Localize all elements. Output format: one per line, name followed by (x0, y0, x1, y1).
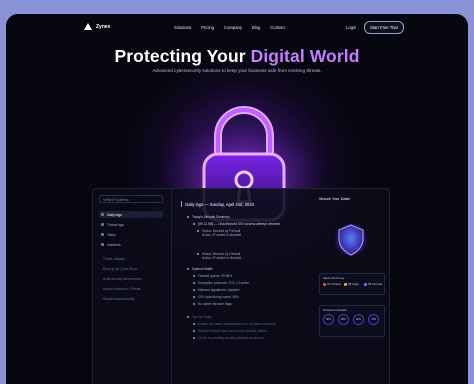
alert-icon (101, 223, 104, 226)
log-line: Enable two-factor authentication for all… (193, 322, 275, 326)
log-line: No active intrusion flags (193, 302, 232, 306)
log-line: Check for pending security patches on se… (193, 336, 264, 340)
alert-stat-high: 28 High (344, 282, 358, 286)
daily-logs-content: Daily logs — Sunday, April 2nd, 2023 Tod… (175, 189, 307, 384)
sidebar-item-label: Daily logs (107, 212, 122, 217)
sidebar-link[interactable]: Audit security infrastructure (103, 277, 142, 281)
top-nav: Zynex Solutions Pricing Company Blog Con… (6, 14, 468, 42)
log-line: Action: IP added to blacklist (202, 256, 242, 260)
start-free-trial-button[interactable]: Start Free Trial (364, 21, 404, 34)
alerts-summary-label: Alerts Summary (323, 276, 345, 280)
sidebar-link[interactable]: Block ip via Cyber Block (103, 267, 137, 271)
logs-header-title: Daily logs — Sunday, April 2nd, 2023 (185, 201, 255, 207)
nav-item-contact[interactable]: Contact (270, 25, 284, 30)
sidebar-item-label: Tasks (107, 232, 116, 237)
protection-details-label: Protection Details (323, 308, 347, 312)
critical-dot-icon (323, 282, 326, 286)
hero-title-prefix: Protecting Your (114, 46, 251, 66)
ip-search-input[interactable]: Verify IP Address (99, 195, 163, 203)
protection-ring: 74% (368, 314, 379, 325)
protection-rings: 96% 88% 90% 74% (323, 314, 379, 325)
nav-menu: Solutions Pricing Company Blog Contact (174, 25, 285, 30)
sidebar-item-threat-logs[interactable]: Threat logs (99, 221, 163, 228)
log-line: System Health (187, 267, 213, 271)
protection-ring: 88% (338, 314, 349, 325)
nav-item-pricing[interactable]: Pricing (201, 25, 214, 30)
right-panel: Secure Your Data! Alerts Summary 32 Crit… (313, 189, 385, 384)
incident-icon (101, 243, 104, 246)
protection-ring: 90% (353, 314, 364, 325)
alert-stat-critical: 32 Critical (323, 282, 340, 286)
sidebar-link[interactable]: Threat analysis (103, 257, 125, 261)
log-line: Action: IP added to blacklist (202, 233, 242, 237)
log-line: Review firewall rules and remove unused … (193, 329, 267, 333)
logs-header: Daily logs — Sunday, April 2nd, 2023 (181, 201, 254, 207)
shield-icon (335, 224, 367, 256)
secure-data-title: Secure Your Data! (319, 197, 350, 201)
nav-item-blog[interactable]: Blog (252, 25, 260, 30)
logo[interactable]: Zynex (84, 23, 110, 30)
log-line: Encryption protocols: TLS 1.3 active (193, 281, 249, 285)
sidebar-link[interactable]: Report incident on Threats (103, 287, 141, 291)
normal-dot-icon (364, 282, 367, 286)
hero-title: Protecting Your Digital World (6, 46, 468, 67)
log-line: Malware signatures: Updated (193, 288, 239, 292)
log-line: CPU load during scans: 45% (193, 295, 239, 299)
list-icon (101, 213, 104, 216)
alert-stat-normal: 96 Normal (364, 282, 382, 286)
dashboard-panel: Verify IP Address Daily logs Threat logs… (92, 188, 390, 384)
alerts-summary-card: Alerts Summary 32 Critical 28 High 96 No… (319, 273, 385, 295)
app-window: Zynex Solutions Pricing Company Blog Con… (6, 14, 468, 384)
hero-title-accent: Digital World (250, 46, 360, 66)
accent-bar (181, 201, 183, 207)
logo-triangle-icon (84, 23, 92, 30)
high-dot-icon (344, 282, 347, 286)
sidebar-link[interactable]: Request bank security (103, 297, 135, 301)
nav-item-solutions[interactable]: Solutions (174, 25, 191, 30)
brand-name: Zynex (96, 23, 111, 30)
protection-ring: 96% (323, 314, 334, 325)
log-line: Tips for Today (187, 315, 212, 319)
login-link[interactable]: Login (346, 25, 356, 30)
log-line: Today's Security Summary (187, 215, 230, 219)
tasks-icon (101, 233, 104, 236)
log-line: Firewall uptime: 99.98% (193, 274, 232, 278)
hero-subtitle: Advanced cybersecurity solutions to keep… (152, 68, 322, 73)
log-line: [09:12 AM] — Unauthorized SSH access att… (193, 222, 280, 226)
sidebar-item-daily-logs[interactable]: Daily logs (99, 211, 163, 218)
sidebar-item-label: Incidents (107, 242, 121, 247)
sidebar-item-tasks[interactable]: Tasks (99, 231, 163, 238)
protection-details-card: Protection Details 96% 88% 90% 74% (319, 305, 385, 337)
sidebar-item-label: Threat logs (107, 222, 124, 227)
dashboard-sidebar: Verify IP Address Daily logs Threat logs… (93, 189, 172, 384)
sidebar-item-incidents[interactable]: Incidents (99, 241, 163, 248)
nav-item-company[interactable]: Company (224, 25, 242, 30)
